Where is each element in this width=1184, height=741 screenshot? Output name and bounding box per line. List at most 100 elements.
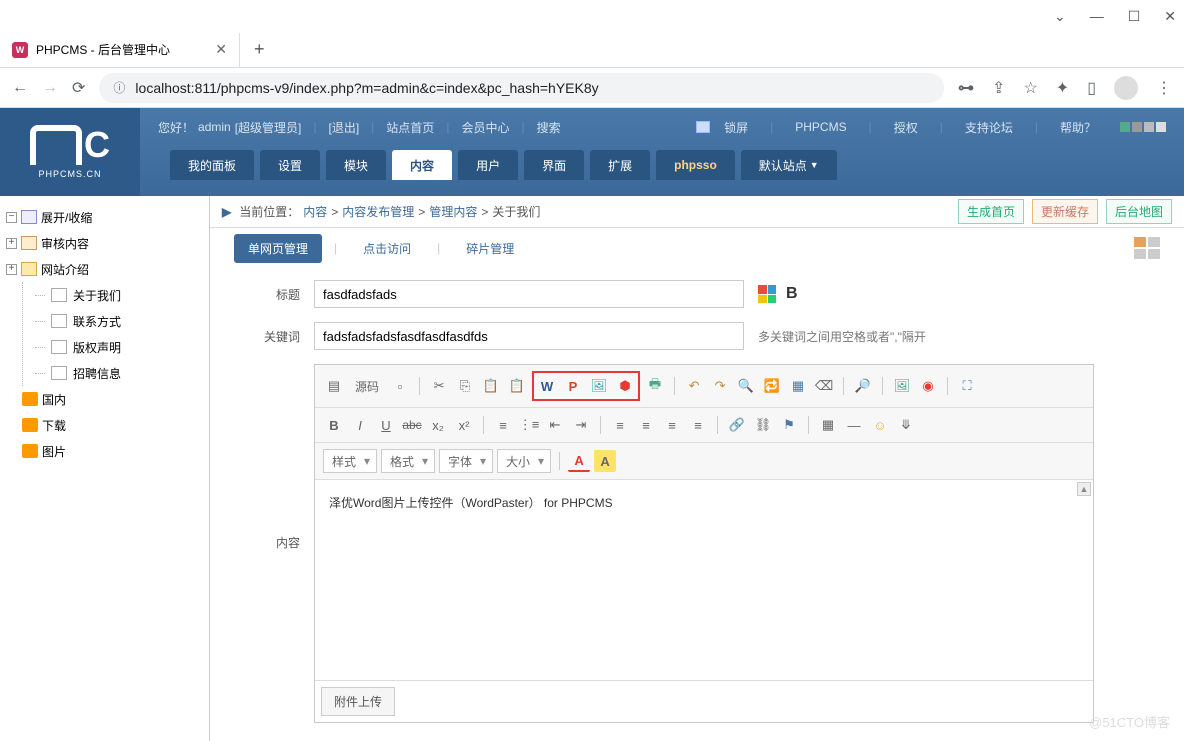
- pagebreak-icon[interactable]: ⤋: [895, 414, 917, 436]
- tree-cat-download[interactable]: 下载: [22, 412, 203, 438]
- search-link[interactable]: 搜索: [537, 119, 561, 136]
- attach-button[interactable]: 附件上传: [321, 687, 395, 716]
- keyword-input[interactable]: [314, 322, 744, 350]
- logo[interactable]: C PHPCMS.CN: [0, 108, 140, 196]
- tab-dashboard[interactable]: 我的面板: [170, 150, 254, 180]
- tab-ui[interactable]: 界面: [524, 150, 584, 180]
- tree-page-jobs[interactable]: 招聘信息: [35, 360, 203, 386]
- editor-body[interactable]: 泽优Word图片上传控件（WordPaster） for PHPCMS ▲: [315, 480, 1093, 680]
- align-center-icon[interactable]: ≡: [635, 414, 657, 436]
- tab-content[interactable]: 内容: [392, 150, 452, 180]
- selectall-icon[interactable]: ▦: [787, 375, 809, 397]
- hr-icon[interactable]: —: [843, 414, 865, 436]
- forward-icon[interactable]: →: [42, 79, 58, 97]
- bold-button[interactable]: B: [786, 285, 798, 303]
- link-icon[interactable]: 🔗: [726, 414, 748, 436]
- table-icon[interactable]: ▦: [817, 414, 839, 436]
- subscript-icon[interactable]: x₂: [427, 414, 449, 436]
- strike-icon[interactable]: abc: [401, 414, 423, 436]
- tab-settings[interactable]: 设置: [260, 150, 320, 180]
- extensions-icon[interactable]: ✦: [1056, 78, 1069, 98]
- tree-cat-images[interactable]: 图片: [22, 438, 203, 464]
- scroll-up-icon[interactable]: ▲: [1077, 482, 1091, 496]
- size-select[interactable]: 大小: [497, 449, 551, 473]
- source-button[interactable]: 源码: [349, 378, 385, 395]
- profile-avatar[interactable]: [1114, 76, 1138, 100]
- paste-text-icon[interactable]: 📋: [506, 375, 528, 397]
- new-tab-button[interactable]: +: [240, 39, 279, 60]
- textcolor-icon[interactable]: A: [568, 450, 590, 472]
- fullscreen-icon[interactable]: ⛶: [956, 375, 978, 397]
- title-input[interactable]: [314, 280, 744, 308]
- tree-page-copyright[interactable]: 版权声明: [35, 334, 203, 360]
- underline-icon[interactable]: U: [375, 414, 397, 436]
- grid-icon[interactable]: [1134, 237, 1160, 259]
- font-select[interactable]: 字体: [439, 449, 493, 473]
- address-input[interactable]: ⓘ localhost:811/phpcms-v9/index.php?m=ad…: [99, 73, 944, 103]
- tree-page-about[interactable]: 关于我们: [35, 282, 203, 308]
- member-link[interactable]: 会员中心: [461, 119, 509, 136]
- print-icon[interactable]: 🖶: [644, 375, 666, 397]
- paste-icon[interactable]: 📋: [480, 375, 502, 397]
- color-picker-icon[interactable]: [758, 285, 776, 303]
- align-justify-icon[interactable]: ≡: [687, 414, 709, 436]
- subtab-page-manage[interactable]: 单网页管理: [234, 234, 322, 263]
- source-icon[interactable]: ▤: [323, 375, 345, 397]
- outdent-icon[interactable]: ⇤: [544, 414, 566, 436]
- subtab-visit[interactable]: 点击访问: [349, 234, 425, 263]
- tab-defaultsite[interactable]: 默认站点▼: [741, 150, 837, 180]
- forum-link[interactable]: 支持论坛: [965, 119, 1013, 136]
- minimize-icon[interactable]: —: [1090, 8, 1104, 24]
- align-right-icon[interactable]: ≡: [661, 414, 683, 436]
- smiley-icon[interactable]: ☺: [869, 414, 891, 436]
- gen-home-button[interactable]: 生成首页: [958, 199, 1024, 224]
- plus-icon[interactable]: +: [6, 264, 17, 275]
- redo-icon[interactable]: ↷: [709, 375, 731, 397]
- find-icon[interactable]: 🔍: [735, 375, 757, 397]
- cut-icon[interactable]: ✂: [428, 375, 450, 397]
- bc-manage[interactable]: 管理内容: [429, 203, 477, 220]
- format-select[interactable]: 格式: [381, 449, 435, 473]
- share-icon[interactable]: ⇪: [992, 78, 1005, 98]
- image-upload-icon[interactable]: 🖼: [588, 375, 610, 397]
- unlink-icon[interactable]: ⛓: [752, 414, 774, 436]
- tree-expand-collapse[interactable]: − 展开/收缩: [6, 204, 203, 230]
- newpage-icon[interactable]: ▫: [389, 375, 411, 397]
- tab-phpsso[interactable]: phpsso: [656, 150, 735, 180]
- back-icon[interactable]: ←: [12, 79, 28, 97]
- sitehome-link[interactable]: 站点首页: [386, 119, 434, 136]
- ul-icon[interactable]: ⋮≡: [518, 414, 540, 436]
- indent-icon[interactable]: ⇥: [570, 414, 592, 436]
- subtab-fragment[interactable]: 碎片管理: [452, 234, 528, 263]
- lock-link[interactable]: 锁屏: [724, 119, 748, 136]
- style-select[interactable]: 样式: [323, 449, 377, 473]
- image-icon[interactable]: 🖼: [891, 375, 913, 397]
- italic-icon[interactable]: I: [349, 414, 371, 436]
- preview-icon[interactable]: 🔎: [852, 375, 874, 397]
- reload-icon[interactable]: ⟳: [72, 78, 85, 98]
- align-left-icon[interactable]: ≡: [609, 414, 631, 436]
- tab-close-icon[interactable]: ✕: [215, 41, 227, 58]
- maximize-icon[interactable]: ☐: [1128, 8, 1141, 25]
- bgcolor-icon[interactable]: A: [594, 450, 616, 472]
- tree-page-contact[interactable]: 联系方式: [35, 308, 203, 334]
- bc-publish[interactable]: 内容发布管理: [342, 203, 414, 220]
- tree-audit[interactable]: + 审核内容: [6, 230, 203, 256]
- theme-squares[interactable]: [1120, 122, 1166, 132]
- user-link[interactable]: admin: [198, 120, 231, 134]
- ol-icon[interactable]: ≡: [492, 414, 514, 436]
- reading-list-icon[interactable]: ▯: [1087, 78, 1096, 98]
- phpcms-link[interactable]: PHPCMS: [795, 120, 846, 134]
- superscript-icon[interactable]: x²: [453, 414, 475, 436]
- ppt-icon[interactable]: P: [562, 375, 584, 397]
- tab-modules[interactable]: 模块: [326, 150, 386, 180]
- bc-content[interactable]: 内容: [303, 203, 327, 220]
- plus-icon[interactable]: +: [6, 238, 17, 249]
- refresh-cache-button[interactable]: 更新缓存: [1032, 199, 1098, 224]
- tab-extend[interactable]: 扩展: [590, 150, 650, 180]
- tab-users[interactable]: 用户: [458, 150, 518, 180]
- key-icon[interactable]: ⊶: [958, 78, 974, 98]
- pdf-icon[interactable]: ⬢: [614, 375, 636, 397]
- tree-cat-domestic[interactable]: 国内: [22, 386, 203, 412]
- removeformat-icon[interactable]: ⌫: [813, 375, 835, 397]
